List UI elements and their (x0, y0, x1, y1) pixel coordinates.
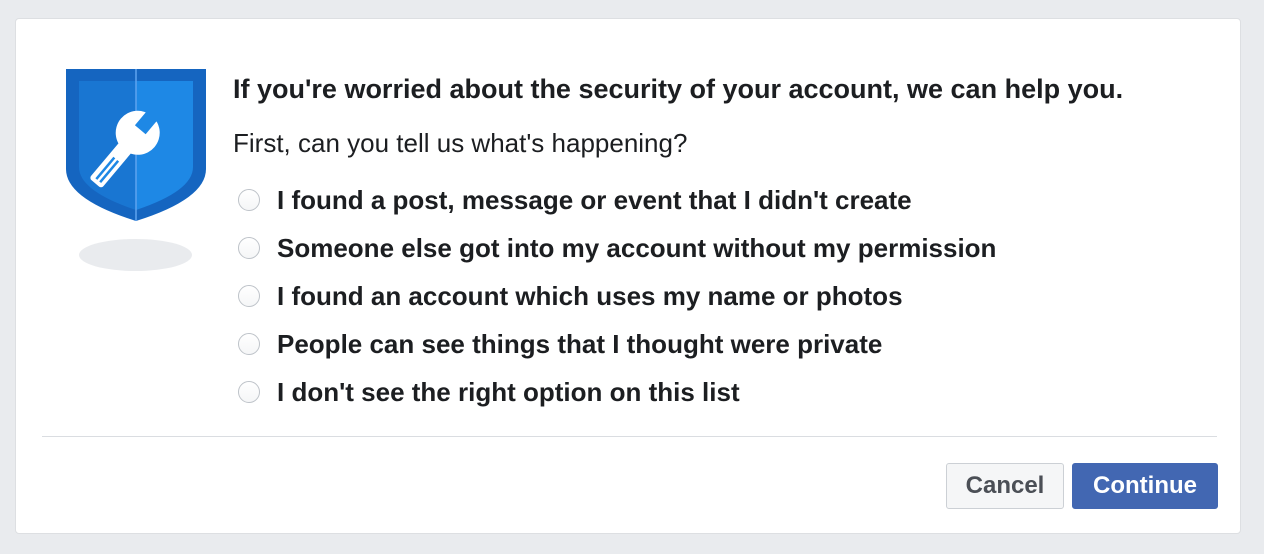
dialog-question: First, can you tell us what's happening? (233, 128, 688, 158)
radio-button[interactable] (238, 285, 260, 307)
dialog-headline: If you're worried about the security of … (233, 74, 1124, 104)
radio-button[interactable] (238, 189, 260, 211)
option-impersonation[interactable]: I found an account which uses my name or… (233, 272, 1213, 320)
option-other[interactable]: I don't see the right option on this lis… (233, 368, 1213, 416)
option-account-accessed[interactable]: Someone else got into my account without… (233, 224, 1213, 272)
option-label: People can see things that I thought wer… (277, 328, 883, 359)
cancel-button[interactable]: Cancel (946, 463, 1064, 509)
option-label: I found an account which uses my name or… (277, 280, 903, 311)
radio-button[interactable] (238, 381, 260, 403)
continue-button[interactable]: Continue (1072, 463, 1218, 509)
shield-wrench-icon (66, 69, 206, 279)
radio-button[interactable] (238, 237, 260, 259)
option-privacy[interactable]: People can see things that I thought wer… (233, 320, 1213, 368)
security-help-dialog: If you're worried about the security of … (15, 18, 1241, 534)
option-label: Someone else got into my account without… (277, 232, 997, 263)
option-label: I don't see the right option on this lis… (277, 376, 740, 407)
dialog-content: If you're worried about the security of … (233, 71, 1213, 416)
options-list: I found a post, message or event that I … (233, 176, 1213, 416)
radio-button[interactable] (238, 333, 260, 355)
option-unauthorized-post[interactable]: I found a post, message or event that I … (233, 176, 1213, 224)
footer-divider (42, 436, 1217, 437)
option-label: I found a post, message or event that I … (277, 184, 912, 215)
